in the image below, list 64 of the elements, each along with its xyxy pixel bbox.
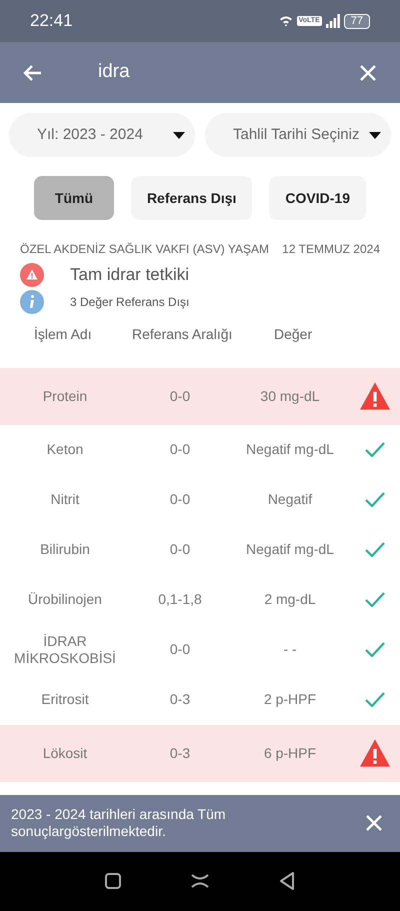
dropdown-caret-icon — [369, 132, 381, 138]
table-cell-text: Negatif — [266, 490, 314, 509]
table-cell-text: Lökosit — [42, 744, 88, 762]
report-date: 12 TEMMUZ 2024 — [282, 241, 380, 258]
table-cell-text: 0-3 — [168, 690, 192, 709]
test-name: Tam idrar tetkiki — [70, 264, 190, 286]
table-cell-text: İDRAR MİKROSKOBİSİ — [13, 632, 117, 666]
chevrons-icon — [191, 874, 209, 888]
clock-time: 22:41 — [30, 10, 74, 32]
hospital-name: ÖZEL AKDENİZ SAĞLIK VAKFI (ASV) YAŞAM — [20, 241, 269, 258]
table-cell-text: - - — [282, 640, 298, 659]
table-cell-text: 0-0 — [168, 490, 192, 509]
warning-icon — [358, 738, 392, 768]
filter-dropdown[interactable]: Yıl: 2023 - 2024 — [9, 113, 195, 157]
table-cell-text: 2 mg-dL — [263, 590, 317, 609]
warning-icon — [358, 381, 392, 411]
filter-dropdown[interactable]: Tahlil Tarihi Seçiniz — [205, 113, 391, 157]
filter-tab[interactable]: COVID-19 — [269, 176, 366, 220]
check-icon — [365, 642, 385, 657]
dropdown-caret-icon — [173, 132, 185, 138]
table-cell-text: Nitrit — [50, 491, 80, 508]
table-cell-text: 0-0 — [168, 640, 192, 659]
table-cell-text: Eritrosit — [40, 691, 90, 708]
table-cell-text: 0-0 — [168, 440, 192, 459]
dismiss-button[interactable] — [364, 813, 384, 833]
table-cell-text: Protein — [42, 388, 88, 404]
filter-tab[interactable]: Tümü — [34, 176, 114, 220]
table-cell-text: 0-0 — [168, 540, 192, 559]
table-cell-text: 30 mg-dL — [259, 386, 321, 406]
table-cell-text: Bilirubin — [39, 541, 91, 558]
battery-indicator: 77 — [344, 14, 370, 28]
check-icon — [365, 692, 385, 707]
home-button[interactable] — [105, 873, 121, 890]
check-icon — [365, 492, 385, 507]
column-header: Değer — [273, 324, 312, 344]
table-cell-text: 0-3 — [168, 744, 192, 762]
check-icon — [365, 542, 385, 557]
info-icon — [20, 290, 44, 314]
search-query[interactable]: idra — [98, 61, 130, 82]
signal-icon — [326, 14, 340, 28]
table-cell-text: 6 p-HPF — [262, 744, 318, 763]
table-cell-text: Ürobilinojen — [27, 591, 103, 608]
square-icon — [105, 873, 121, 890]
warning-badge-icon — [20, 262, 44, 287]
check-icon — [365, 592, 385, 607]
out-of-range-summary: 3 Değer Referans Dışı — [70, 294, 190, 310]
table-cell-text: 2 p-HPF — [262, 690, 318, 709]
table-cell-text: Negatif mg-dL — [245, 540, 335, 559]
table-cell-text: Negatif mg-dL — [245, 440, 335, 459]
table-cell-text: 0-0 — [168, 386, 192, 406]
close-icon — [366, 815, 382, 831]
check-icon — [365, 442, 385, 457]
back-arrow-icon — [22, 64, 42, 82]
filter-tab[interactable]: Referans Dışı — [130, 176, 252, 220]
triangle-back-icon — [279, 872, 295, 890]
wifi-icon — [278, 15, 293, 27]
column-header: İşlem Adı — [33, 324, 93, 344]
back-nav-button[interactable] — [279, 872, 295, 890]
recents-button[interactable] — [191, 874, 209, 888]
snackbar-message: 2023 - 2024 tarihleri arasında Tüm sonuçlargösterilmektedir. — [11, 806, 227, 840]
column-header: Referans Aralığı — [132, 324, 234, 344]
close-icon — [359, 64, 377, 82]
table-cell-text: Keton — [46, 441, 84, 458]
table-cell-text: 0,1-1,8 — [157, 590, 203, 609]
